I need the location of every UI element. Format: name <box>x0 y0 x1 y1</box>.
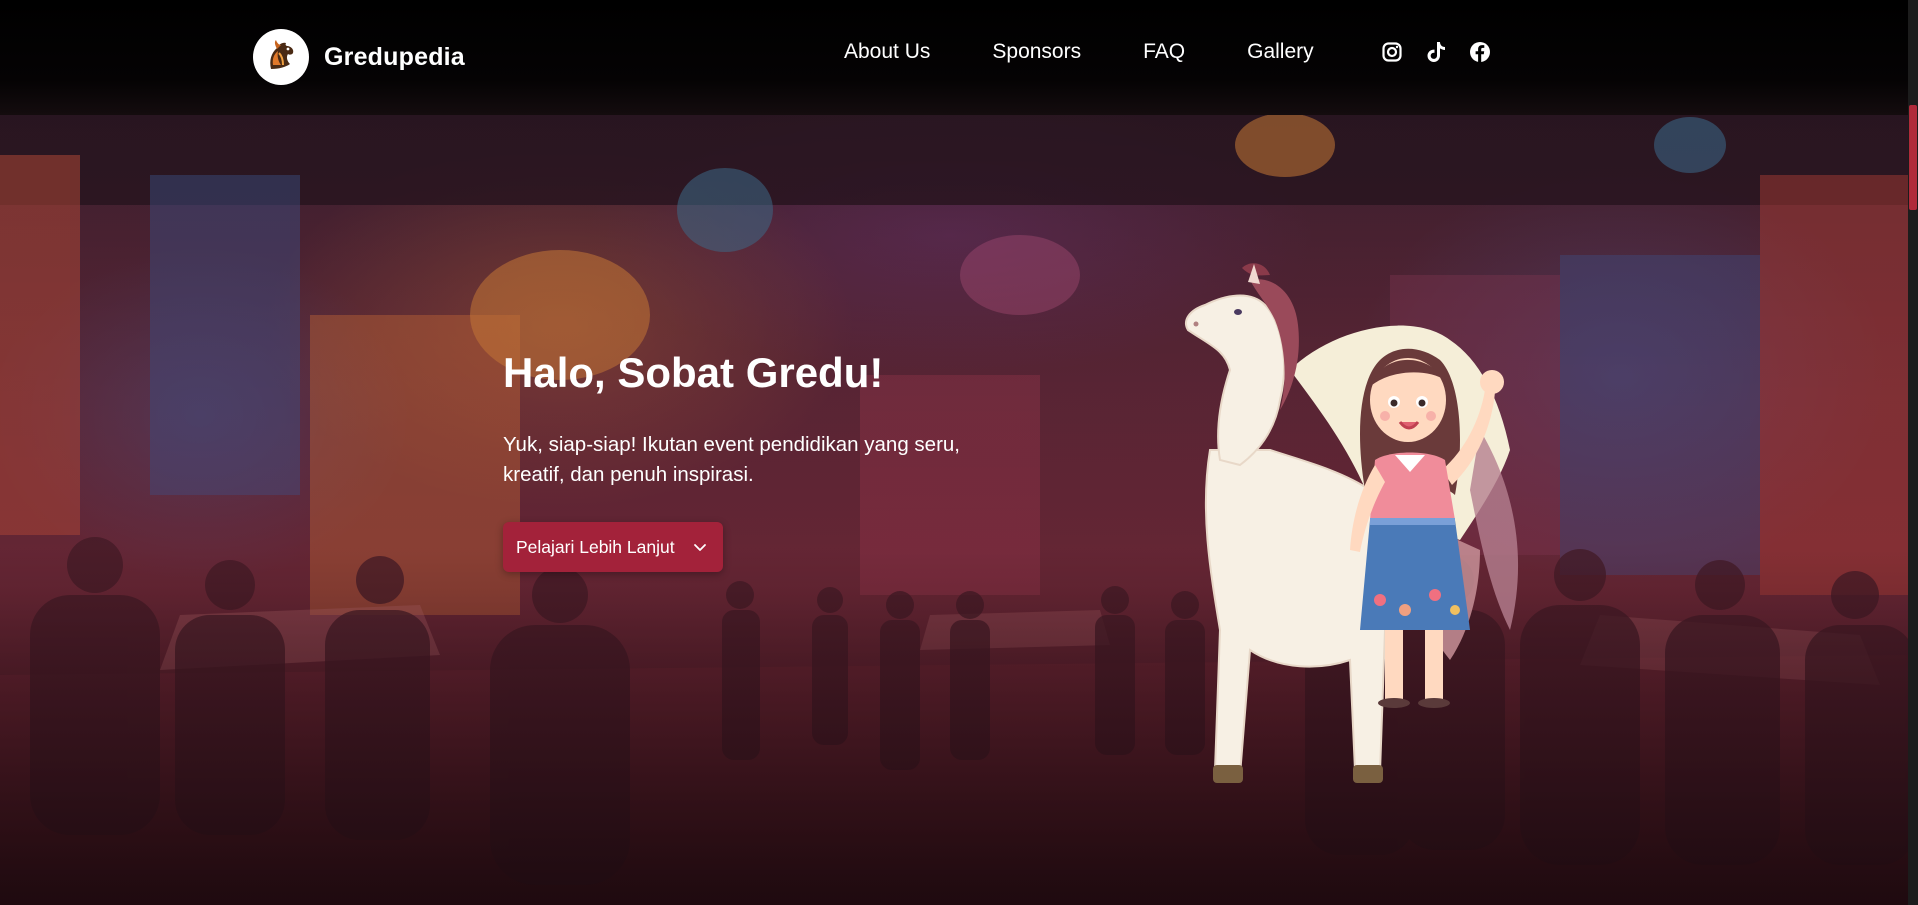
hero-title: Halo, Sobat Gredu! <box>503 349 884 396</box>
nav-gallery[interactable]: Gallery <box>1247 40 1314 64</box>
nav-faq[interactable]: FAQ <box>1143 40 1185 64</box>
page: Gredupedia About Us Sponsors FAQ Gallery <box>0 0 1918 905</box>
learn-more-button[interactable]: Pelajari Lebih Lanjut <box>503 522 723 573</box>
page-scrollbar[interactable] <box>1908 0 1918 905</box>
hero-subtitle: Yuk, siap-siap! Ikutan event pendidikan … <box>503 433 960 487</box>
instagram-icon[interactable] <box>1380 40 1404 64</box>
tiktok-icon[interactable] <box>1424 40 1448 64</box>
nav-about-us[interactable]: About Us <box>844 40 930 64</box>
pegasus-and-girl-mascot <box>1185 263 1519 783</box>
facebook-icon[interactable] <box>1468 40 1492 64</box>
brand-home-link[interactable]: Gredupedia <box>253 28 465 86</box>
brand-name: Gredupedia <box>324 42 465 71</box>
navbar: Gredupedia About Us Sponsors FAQ Gallery <box>0 0 1908 115</box>
chevron-down-icon <box>693 537 707 558</box>
hero-content: Halo, Sobat Gredu! Yuk, siap-siap! Ikuta… <box>503 349 1003 573</box>
learn-more-label: Pelajari Lebih Lanjut <box>516 536 675 557</box>
hero-section: Halo, Sobat Gredu! Yuk, siap-siap! Ikuta… <box>0 115 1908 905</box>
social-links <box>1380 40 1492 64</box>
main-nav: About Us Sponsors FAQ Gallery <box>844 40 1314 64</box>
nav-sponsors[interactable]: Sponsors <box>992 40 1081 64</box>
scrollbar-thumb[interactable] <box>1909 105 1917 210</box>
horse-head-logo-icon <box>253 29 309 85</box>
